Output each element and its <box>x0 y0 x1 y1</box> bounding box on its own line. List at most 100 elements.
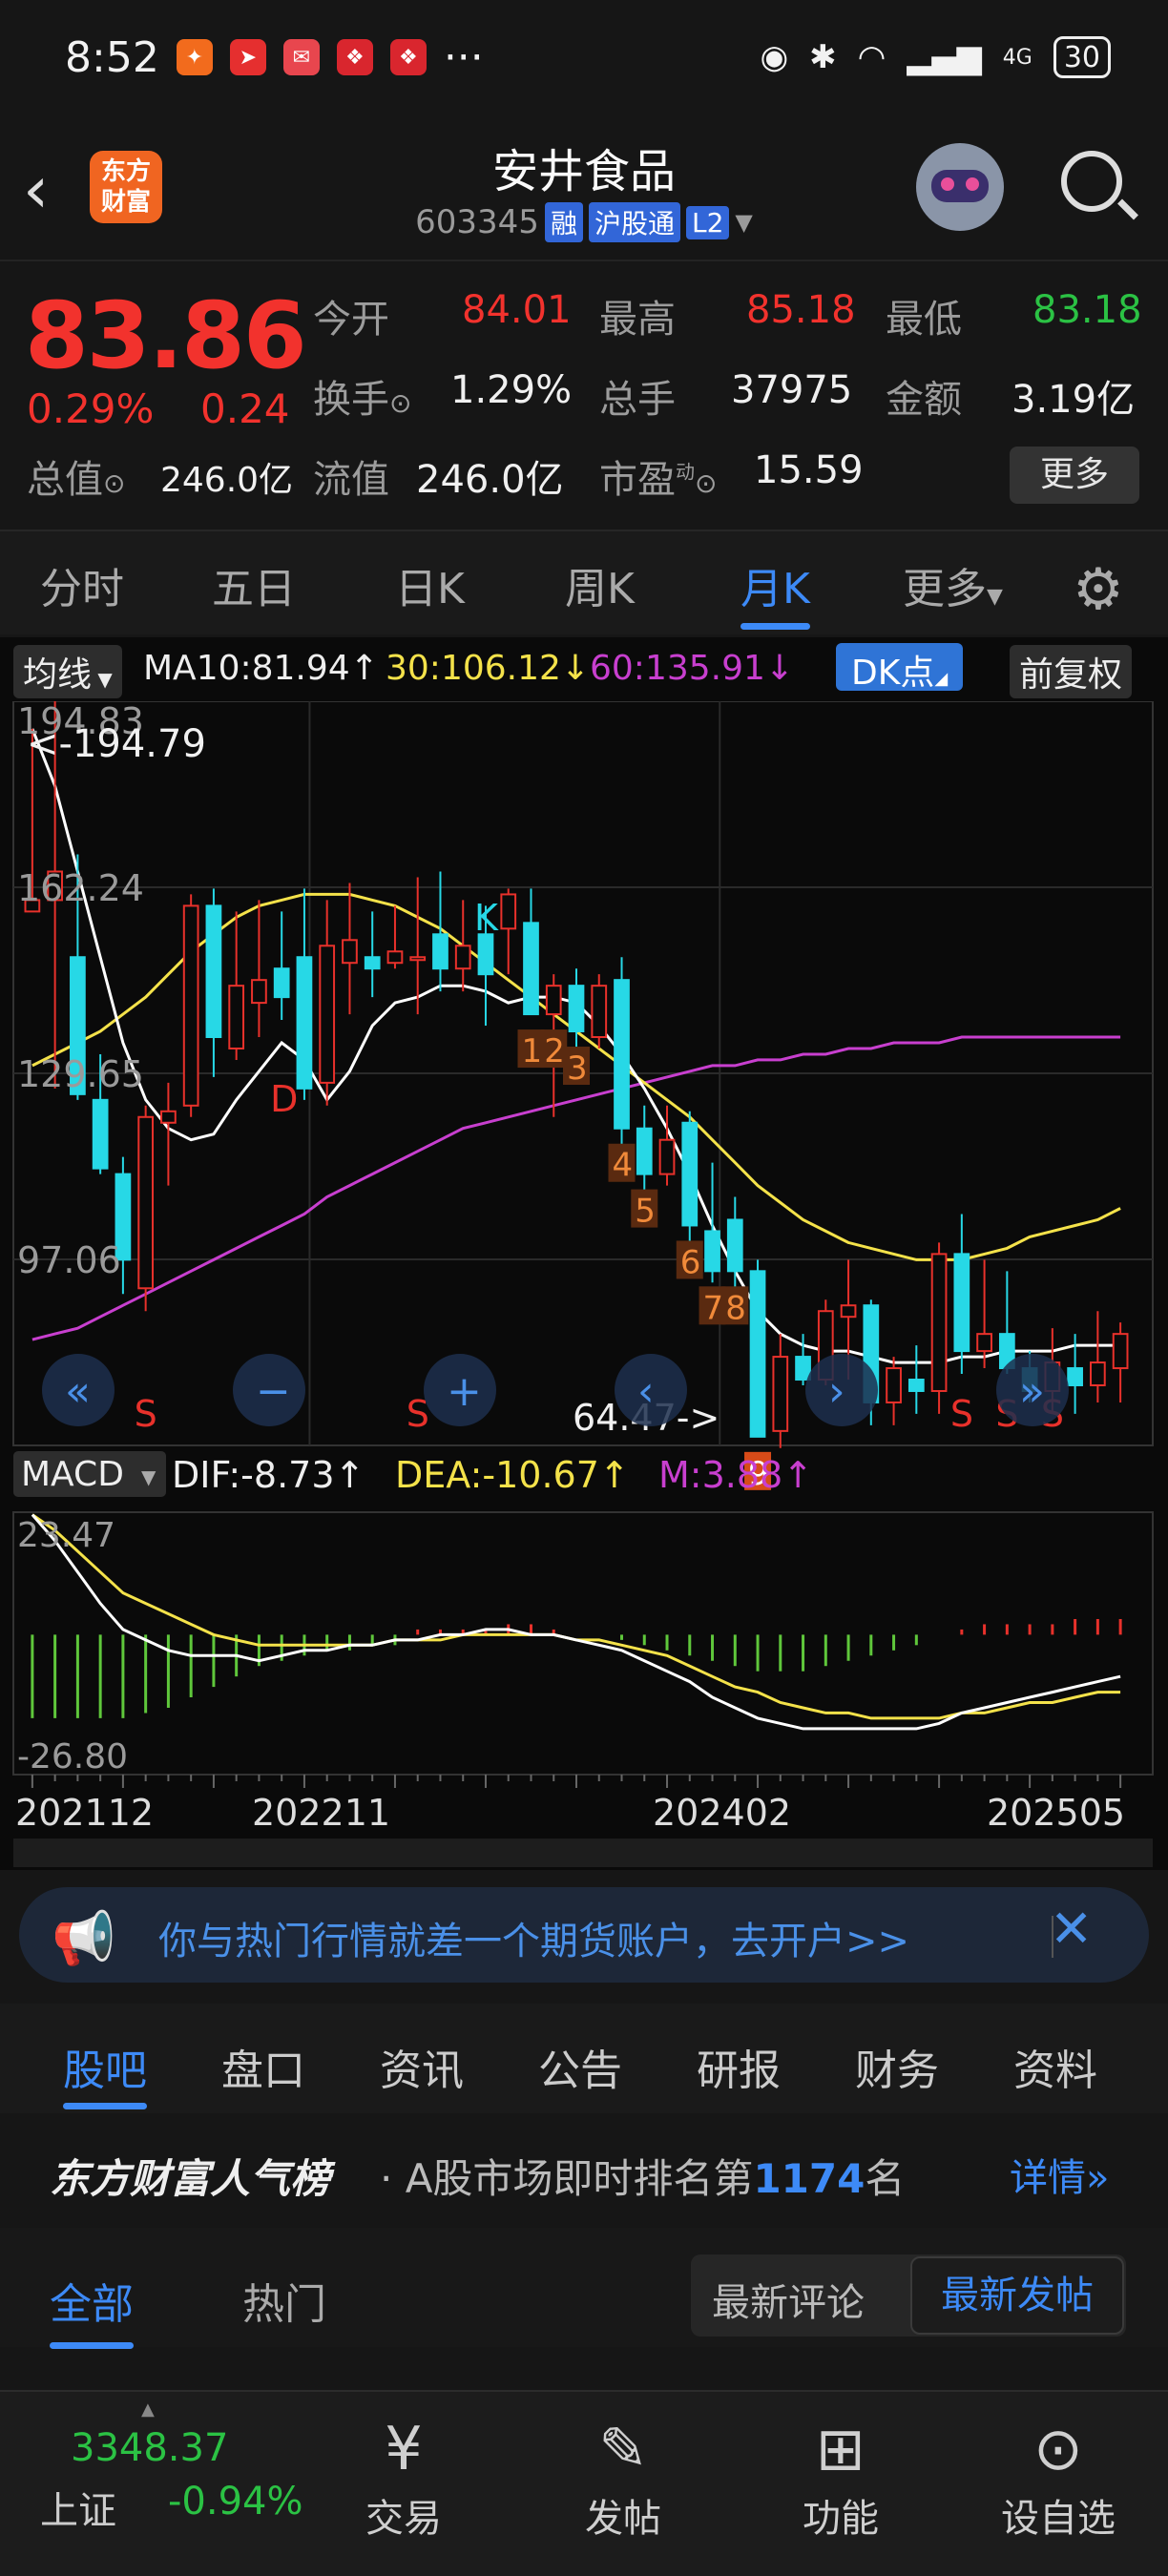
rank-detail-link[interactable]: 详情» <box>1010 2147 1109 2202</box>
tab-guba[interactable]: 股吧 <box>63 2036 147 2109</box>
ma60-legend: 60:135.91↓ <box>590 649 795 688</box>
tab-hot[interactable]: 热门 <box>242 2270 326 2331</box>
nav-functions[interactable]: ⊞ 功能 <box>769 2411 912 2543</box>
candle-body <box>568 985 585 1033</box>
candle-body <box>795 1356 811 1381</box>
float-cap-value: 246.0亿 <box>416 458 564 502</box>
futures-account-banner[interactable]: 📢 你与热门行情就差一个期货账户，去开户>> ✕ <box>19 1887 1149 1983</box>
quote-panel: 83.86 0.29% 0.24 今开 84.01 最高 85.18 最低 83… <box>0 260 1168 527</box>
amount-value: 3.19亿 <box>1012 378 1136 422</box>
popularity-rank-row[interactable]: 东方财富人气榜 · A股市场即时排名第1174名 详情» <box>0 2116 1168 2226</box>
sort-toggle: 最新评论 最新发帖 <box>691 2254 1126 2337</box>
candle-body <box>454 945 471 970</box>
tab-five-day[interactable]: 五日 <box>212 554 296 615</box>
index-name[interactable]: 上证 <box>40 2480 116 2535</box>
zoom-out-fast-icon-glyph: « <box>65 1367 91 1416</box>
y-tick-label: 97.06 <box>17 1239 121 1281</box>
sort-latest-comment[interactable]: 最新评论 <box>712 2272 865 2327</box>
forward-adjust-button[interactable]: 前复权 <box>1010 645 1133 698</box>
gear-icon[interactable]: ⚙ <box>1073 556 1124 623</box>
tab-announcements[interactable]: 公告 <box>538 2036 622 2097</box>
candle-body <box>342 939 358 965</box>
index-value[interactable]: 3348.37 <box>71 2426 228 2470</box>
ma-legend-bar: 均线 ▼ MA10:81.94↑ 30:106.12↓ 60:135.91↓ D… <box>0 637 1168 704</box>
tab-pankou[interactable]: 盘口 <box>221 2036 305 2097</box>
tab-weekly-k[interactable]: 周K <box>565 554 635 615</box>
index-change[interactable]: -0.94% <box>168 2480 303 2524</box>
margin-tag: 融 <box>544 202 583 242</box>
tab-financials[interactable]: 财务 <box>855 2036 939 2097</box>
search-icon[interactable] <box>1061 151 1122 212</box>
pan-right-icon-glyph: › <box>828 1367 845 1416</box>
x-tick-label: 202402 <box>653 1792 791 1834</box>
candle-body <box>772 1356 789 1432</box>
tab-more-periods[interactable]: 更多▼ <box>903 554 1003 615</box>
ma10-legend: MA10:81.94↑ <box>143 649 379 688</box>
status-time: 8:52 <box>65 32 159 82</box>
more-notifications-icon: ··· <box>443 32 484 82</box>
candle-body <box>1067 1367 1083 1386</box>
macd-frame <box>12 1511 1154 1776</box>
jump-end-icon-glyph: » <box>1019 1367 1045 1416</box>
section-tabs: 股吧 盘口 资讯 公告 研报 财务 资料 <box>0 2004 1168 2113</box>
info-icon: ⊙ <box>695 467 718 499</box>
bottom-nav: ▲ 3348.37 上证 -0.94% ¥ 交易 ✎ 发帖 ⊞ 功能 ⊙ 设自选 <box>0 2390 1168 2576</box>
tab-all[interactable]: 全部 <box>50 2270 134 2349</box>
x-tick-label: 202112 <box>15 1792 154 1834</box>
turnover-label[interactable]: 换手⊙ <box>313 368 411 424</box>
assistant-robot-icon[interactable] <box>916 143 1004 231</box>
kline-chart-area[interactable]: 194.83162.24129.6597.0664.47<-194.7964.4… <box>0 699 1168 2192</box>
high-label: 最高 <box>599 298 676 342</box>
period-tabs: 分时 五日 日K 周K 月K 更多▼ ⚙ <box>0 530 1168 634</box>
td-count-label: 6 <box>680 1243 701 1281</box>
market-cap-label[interactable]: 总值⊙ <box>27 448 125 504</box>
banner-text[interactable]: 你与热门行情就差一个期货账户，去开户>> <box>158 1910 909 1965</box>
candle-body <box>704 1230 720 1273</box>
candle-body <box>205 904 222 1039</box>
td-count-label: 1 <box>521 1032 542 1070</box>
notification-app-icon: ❖ <box>389 39 427 75</box>
tab-news[interactable]: 资讯 <box>380 2036 464 2097</box>
close-icon[interactable]: ✕ <box>1050 1899 1093 1959</box>
pe-value: 15.59 <box>754 448 864 492</box>
tab-monthly-k[interactable]: 月K <box>740 554 810 630</box>
zoom-out-icon-glyph: − <box>256 1367 291 1416</box>
tab-intraday[interactable]: 分时 <box>40 554 124 615</box>
nav-trade[interactable]: ¥ 交易 <box>332 2411 475 2543</box>
indicator-selector[interactable]: 均线 ▼ <box>13 645 122 698</box>
x-tick-label: 202505 <box>987 1792 1125 1834</box>
nav-watchlist[interactable]: ⊙ 设自选 <box>987 2411 1130 2543</box>
dk-point-button[interactable]: DK点◢ <box>836 643 964 693</box>
candle-body <box>386 950 404 965</box>
pe-label[interactable]: 市盈动⊙ <box>599 448 717 504</box>
volume-value: 37975 <box>731 368 853 412</box>
tab-daily-k[interactable]: 日K <box>395 554 465 615</box>
more-quote-button[interactable]: 更多 <box>1010 447 1139 504</box>
rank-brand: 东方财富人气榜 <box>50 2155 331 2202</box>
nav-post[interactable]: ✎ 发帖 <box>552 2411 695 2543</box>
dea-legend: DEA:-10.67↑ <box>395 1454 630 1496</box>
kline-svg[interactable]: 194.83162.24129.6597.0664.47<-194.7964.4… <box>0 699 1168 2192</box>
m-legend: M:3.88↑ <box>658 1454 813 1496</box>
tab-profile[interactable]: 资料 <box>1013 2036 1097 2097</box>
stock-code: 603345 <box>415 203 539 241</box>
candle-body <box>273 967 290 999</box>
candle-body <box>500 893 517 930</box>
market-cap-value: 246.0亿 <box>160 461 294 500</box>
candle-body <box>182 904 199 1107</box>
caret-down-icon: ▼ <box>987 585 1003 609</box>
candle-body <box>545 985 562 1016</box>
battery-level: 30 <box>1063 40 1100 74</box>
candle-body <box>907 1379 925 1392</box>
sort-latest-post[interactable]: 最新发帖 <box>910 2256 1124 2335</box>
candle-body <box>1112 1333 1129 1370</box>
tab-research[interactable]: 研报 <box>697 2036 781 2097</box>
turnover-label-text: 换手 <box>313 378 389 422</box>
trade-icon: ¥ <box>385 2414 423 2483</box>
td-count-label: 4 <box>613 1147 634 1185</box>
macd-top-label: 23.47 <box>17 1516 115 1555</box>
signal-label: K <box>474 897 499 939</box>
caret-down-icon: ▼ <box>141 1465 156 1488</box>
candle-body <box>681 1121 699 1227</box>
rank-detail-label: 详情 <box>1010 2156 1086 2200</box>
